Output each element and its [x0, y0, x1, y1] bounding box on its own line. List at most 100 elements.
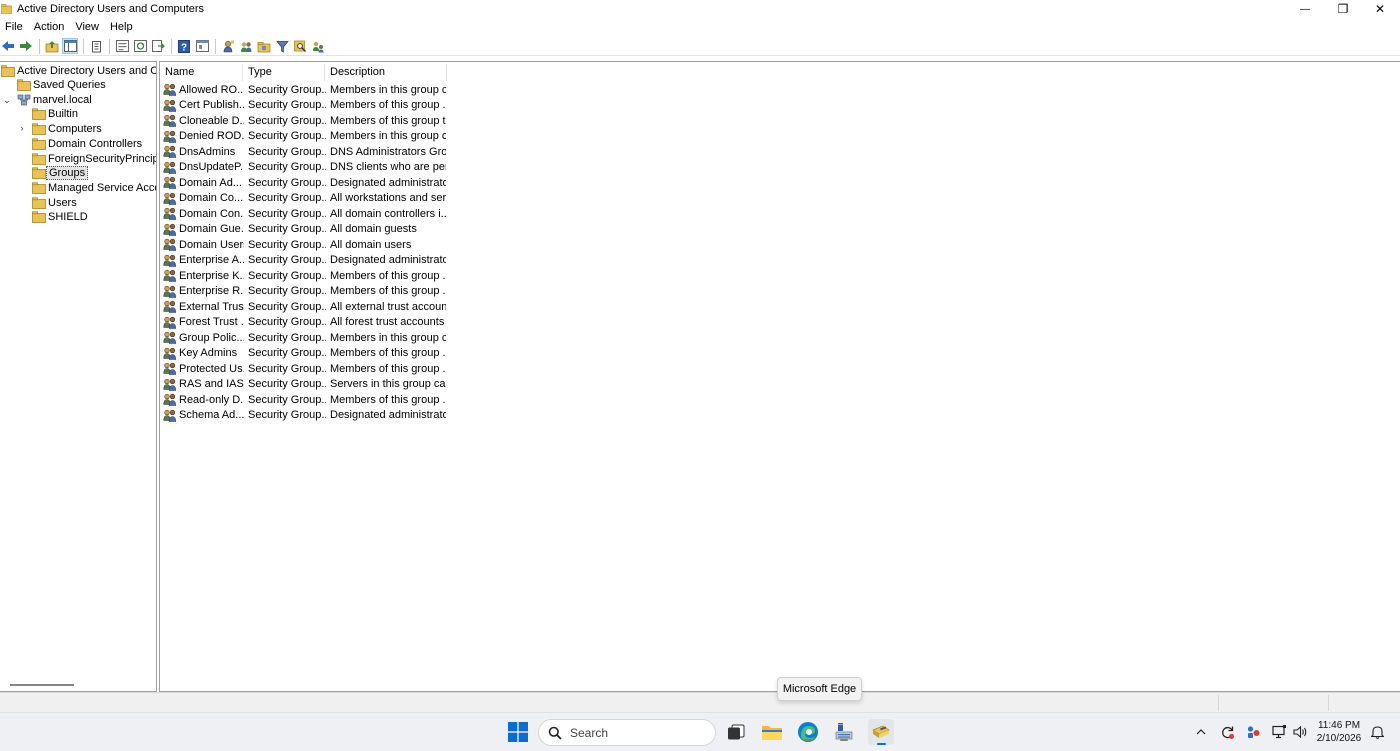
up-one-level-button[interactable]: [44, 38, 60, 54]
tree-root[interactable]: Active Directory Users and Com: [1, 64, 156, 78]
tree-item-managed-service-accounts[interactable]: Managed Service Accour: [32, 181, 156, 195]
results-list[interactable]: Name Type Description Allowed RO... Secur…: [159, 61, 1400, 692]
add-to-group-button[interactable]: [310, 38, 326, 54]
show-hidden-icons-button[interactable]: [1193, 724, 1209, 740]
column-header-type[interactable]: Type: [243, 64, 325, 81]
people-tray-button[interactable]: [1245, 724, 1261, 740]
group-name: Schema Ad...: [179, 409, 244, 422]
table-row[interactable]: Domain Users Security Group... All domain …: [163, 237, 446, 253]
security-group-icon: [163, 409, 177, 422]
taskbar-clock[interactable]: 11:46 PM 2/10/2026: [1312, 719, 1366, 745]
table-row[interactable]: Cert Publish... Security Group... Members …: [163, 98, 446, 114]
table-row[interactable]: Enterprise R... Security Group... Members …: [163, 284, 446, 300]
menu-action[interactable]: Action: [29, 21, 71, 33]
console-tree[interactable]: Active Directory Users and Com Saved Que…: [0, 61, 157, 692]
table-row[interactable]: Domain Co... Security Group... All worksta…: [163, 191, 446, 207]
tree-item-marvel-local[interactable]: marvel.local: [17, 93, 94, 107]
back-button[interactable]: [0, 38, 16, 54]
tree-item-domain-controllers[interactable]: Domain Controllers: [32, 137, 144, 151]
security-group-icon: [163, 115, 177, 128]
group-name: Domain Ad...: [179, 176, 242, 189]
minimize-button[interactable]: —: [1286, 0, 1324, 18]
mmc-console-button[interactable]: [194, 38, 210, 54]
delete-button[interactable]: [88, 38, 104, 54]
table-row[interactable]: DnsAdmins Security Group... DNS Administra…: [163, 144, 446, 160]
ad-users-computers-button[interactable]: [868, 719, 894, 745]
table-row[interactable]: Enterprise K... Security Group... Members …: [163, 268, 446, 284]
tree-item-label: Users: [48, 197, 77, 209]
edge-button[interactable]: [796, 720, 820, 744]
folder-icon: [32, 108, 46, 120]
find-icon: [293, 40, 306, 52]
volume-tray-button[interactable]: [1292, 724, 1308, 740]
table-row[interactable]: Denied ROD... Security Group... Members in…: [163, 129, 446, 145]
column-header-description[interactable]: Description: [325, 64, 447, 81]
tree-item-computers[interactable]: Computers: [32, 122, 104, 136]
new-user-button[interactable]: [220, 38, 236, 54]
status-divider: [1328, 695, 1329, 711]
show-hide-tree-button[interactable]: [62, 38, 78, 54]
menu-help[interactable]: Help: [105, 21, 139, 33]
cell-type: Security Group...: [248, 83, 326, 96]
table-row[interactable]: Enterprise A... Security Group... Designat…: [163, 253, 446, 269]
find-button[interactable]: [292, 38, 308, 54]
menu-view[interactable]: View: [70, 21, 105, 33]
properties-button[interactable]: [114, 38, 130, 54]
group-name: Allowed RO...: [179, 83, 244, 96]
toolbar-separator: [39, 38, 40, 54]
cell-type: Security Group...: [248, 347, 326, 360]
taskbar-search-box[interactable]: Search: [538, 719, 716, 746]
table-row[interactable]: Cloneable D... Security Group... Members o…: [163, 113, 446, 129]
group-name: DnsUpdateP...: [179, 161, 244, 174]
tree-item-label: marvel.local: [33, 94, 92, 106]
task-view-button[interactable]: [724, 720, 748, 744]
cell-name: Enterprise R...: [163, 285, 244, 298]
tree-item-builtin[interactable]: Builtin: [32, 107, 80, 121]
new-group-button[interactable]: [238, 38, 254, 54]
tree-item-groups[interactable]: Groups: [32, 166, 89, 180]
chevron-down-icon[interactable]: ⌄: [2, 95, 12, 106]
tree-item-shield[interactable]: SHIELD: [32, 210, 90, 224]
tree-item-label: Builtin: [48, 108, 78, 120]
restore-button[interactable]: ❐: [1324, 0, 1362, 18]
table-row[interactable]: Forest Trust ... Security Group... All for…: [163, 315, 446, 331]
chevron-right-icon[interactable]: ›: [17, 123, 27, 133]
table-row[interactable]: Allowed RO... Security Group... Members in…: [163, 82, 446, 98]
table-row[interactable]: DnsUpdateP... Security Group... DNS client…: [163, 160, 446, 176]
table-row[interactable]: Domain Gue... Security Group... All domain…: [163, 222, 446, 238]
cell-type: Security Group...: [248, 223, 326, 236]
new-ou-button[interactable]: [256, 38, 272, 54]
filter-button[interactable]: [274, 38, 290, 54]
security-group-icon: [163, 223, 177, 236]
column-header-name[interactable]: Name: [160, 64, 243, 81]
export-list-button[interactable]: [150, 38, 166, 54]
help-button[interactable]: ?: [176, 38, 192, 54]
new-group-icon: [240, 41, 251, 52]
menu-file[interactable]: File: [0, 21, 29, 33]
tree-item-foreign-security-principals[interactable]: ForeignSecurityPrincipals: [32, 152, 156, 166]
table-row[interactable]: Domain Con... Security Group... All domain…: [163, 206, 446, 222]
tree-item-label: Active Directory Users and Com: [17, 65, 156, 77]
notifications-button[interactable]: [1369, 724, 1385, 740]
cell-type: Security Group...: [248, 99, 326, 112]
file-explorer-button[interactable]: [760, 720, 784, 744]
network-tray-button[interactable]: [1271, 724, 1287, 740]
refresh-button[interactable]: [132, 38, 148, 54]
table-row[interactable]: Protected Us... Security Group... Members …: [163, 361, 446, 377]
tree-item-saved-queries[interactable]: Saved Queries: [17, 78, 108, 92]
table-row[interactable]: Read-only D... Security Group... Members o…: [163, 392, 446, 408]
table-row[interactable]: External Trus... Security Group... All ext…: [163, 299, 446, 315]
server-manager-button[interactable]: [832, 720, 856, 744]
table-row[interactable]: Schema Ad... Security Group... Designated …: [163, 408, 446, 424]
table-row[interactable]: Key Admins Security Group... Members of th…: [163, 346, 446, 362]
forward-button[interactable]: [18, 38, 34, 54]
horizontal-scrollbar[interactable]: [10, 684, 74, 686]
close-button[interactable]: ✕: [1361, 0, 1399, 18]
cell-name: Domain Co...: [163, 192, 244, 205]
tree-item-users[interactable]: Users: [32, 196, 79, 210]
start-button[interactable]: [506, 720, 530, 744]
table-row[interactable]: RAS and IAS ... Security Group... Servers …: [163, 377, 446, 393]
sync-tray-button[interactable]: [1219, 724, 1235, 740]
table-row[interactable]: Domain Ad... Security Group... Designated …: [163, 175, 446, 191]
table-row[interactable]: Group Polic... Security Group... Members i…: [163, 330, 446, 346]
